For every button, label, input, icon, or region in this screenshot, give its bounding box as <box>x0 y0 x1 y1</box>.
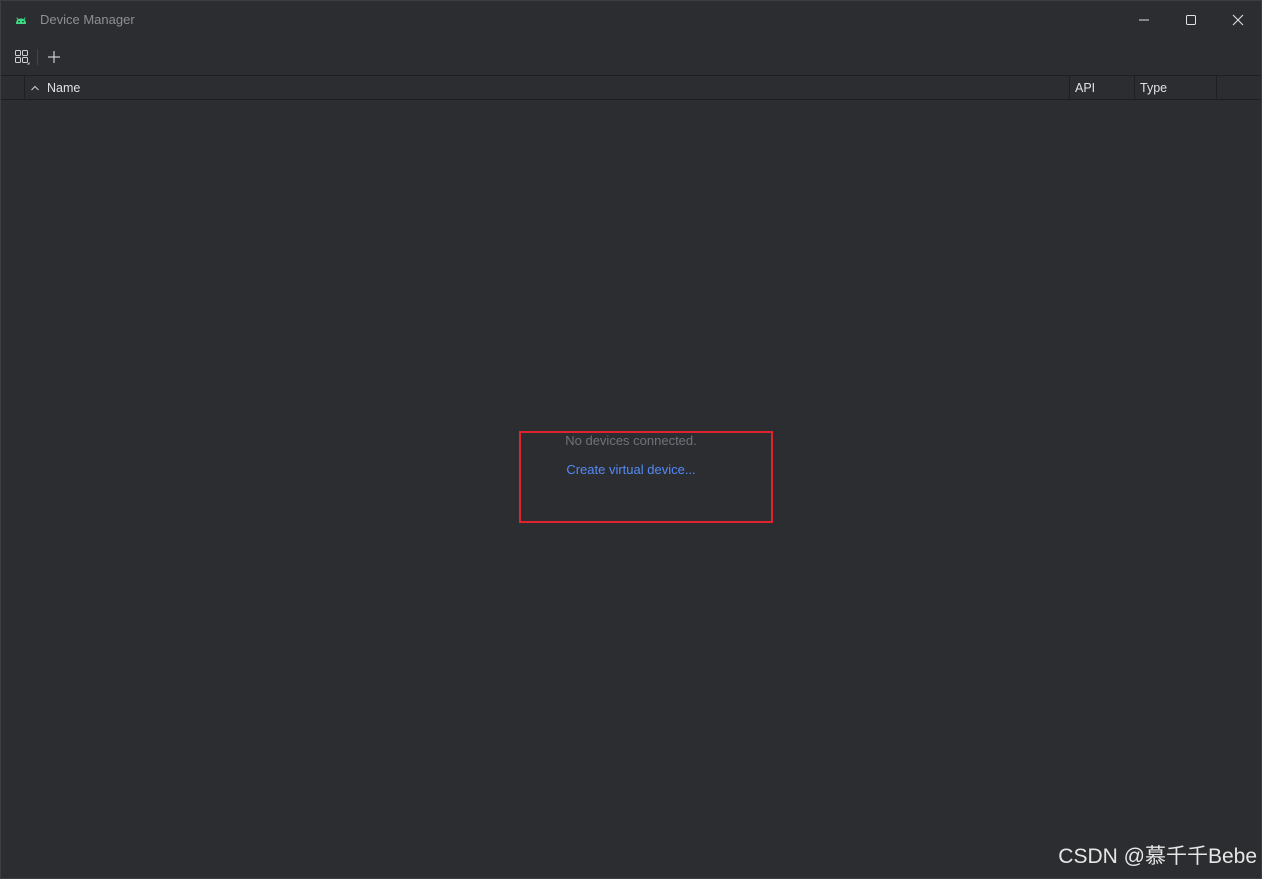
android-icon <box>16 17 26 24</box>
plus-icon <box>48 51 60 63</box>
watermark: CSDN @慕千千Bebe <box>1058 845 1257 868</box>
maximize-button[interactable] <box>1168 1 1214 39</box>
add-device-button[interactable] <box>41 44 67 70</box>
selection-column-header <box>1 76 25 100</box>
minimize-icon <box>1139 19 1149 21</box>
layout-toggle-button[interactable] <box>9 44 35 70</box>
maximize-icon <box>1186 15 1196 25</box>
device-manager-window: Device Manager Name API Type No devices … <box>0 0 1262 879</box>
column-header-name-label: Name <box>47 81 81 95</box>
annotation-highlight-box <box>519 431 773 523</box>
column-header-api[interactable]: API <box>1070 76 1135 100</box>
close-icon <box>1232 14 1244 26</box>
column-header-type-label: Type <box>1140 81 1168 95</box>
column-header-actions <box>1217 76 1261 100</box>
table-header: Name API Type <box>1 75 1261 100</box>
minimize-button[interactable] <box>1121 1 1167 39</box>
close-button[interactable] <box>1215 1 1261 39</box>
title-bar[interactable]: Device Manager <box>1 1 1261 39</box>
column-header-api-label: API <box>1075 81 1096 95</box>
sort-ascending-icon <box>31 85 39 91</box>
window-title: Device Manager <box>40 12 135 27</box>
column-header-type[interactable]: Type <box>1135 76 1217 100</box>
column-header-name[interactable]: Name <box>25 76 1070 100</box>
layout-grid-icon <box>15 50 30 65</box>
toolbar-separator <box>37 49 38 65</box>
toolbar <box>1 39 1261 75</box>
